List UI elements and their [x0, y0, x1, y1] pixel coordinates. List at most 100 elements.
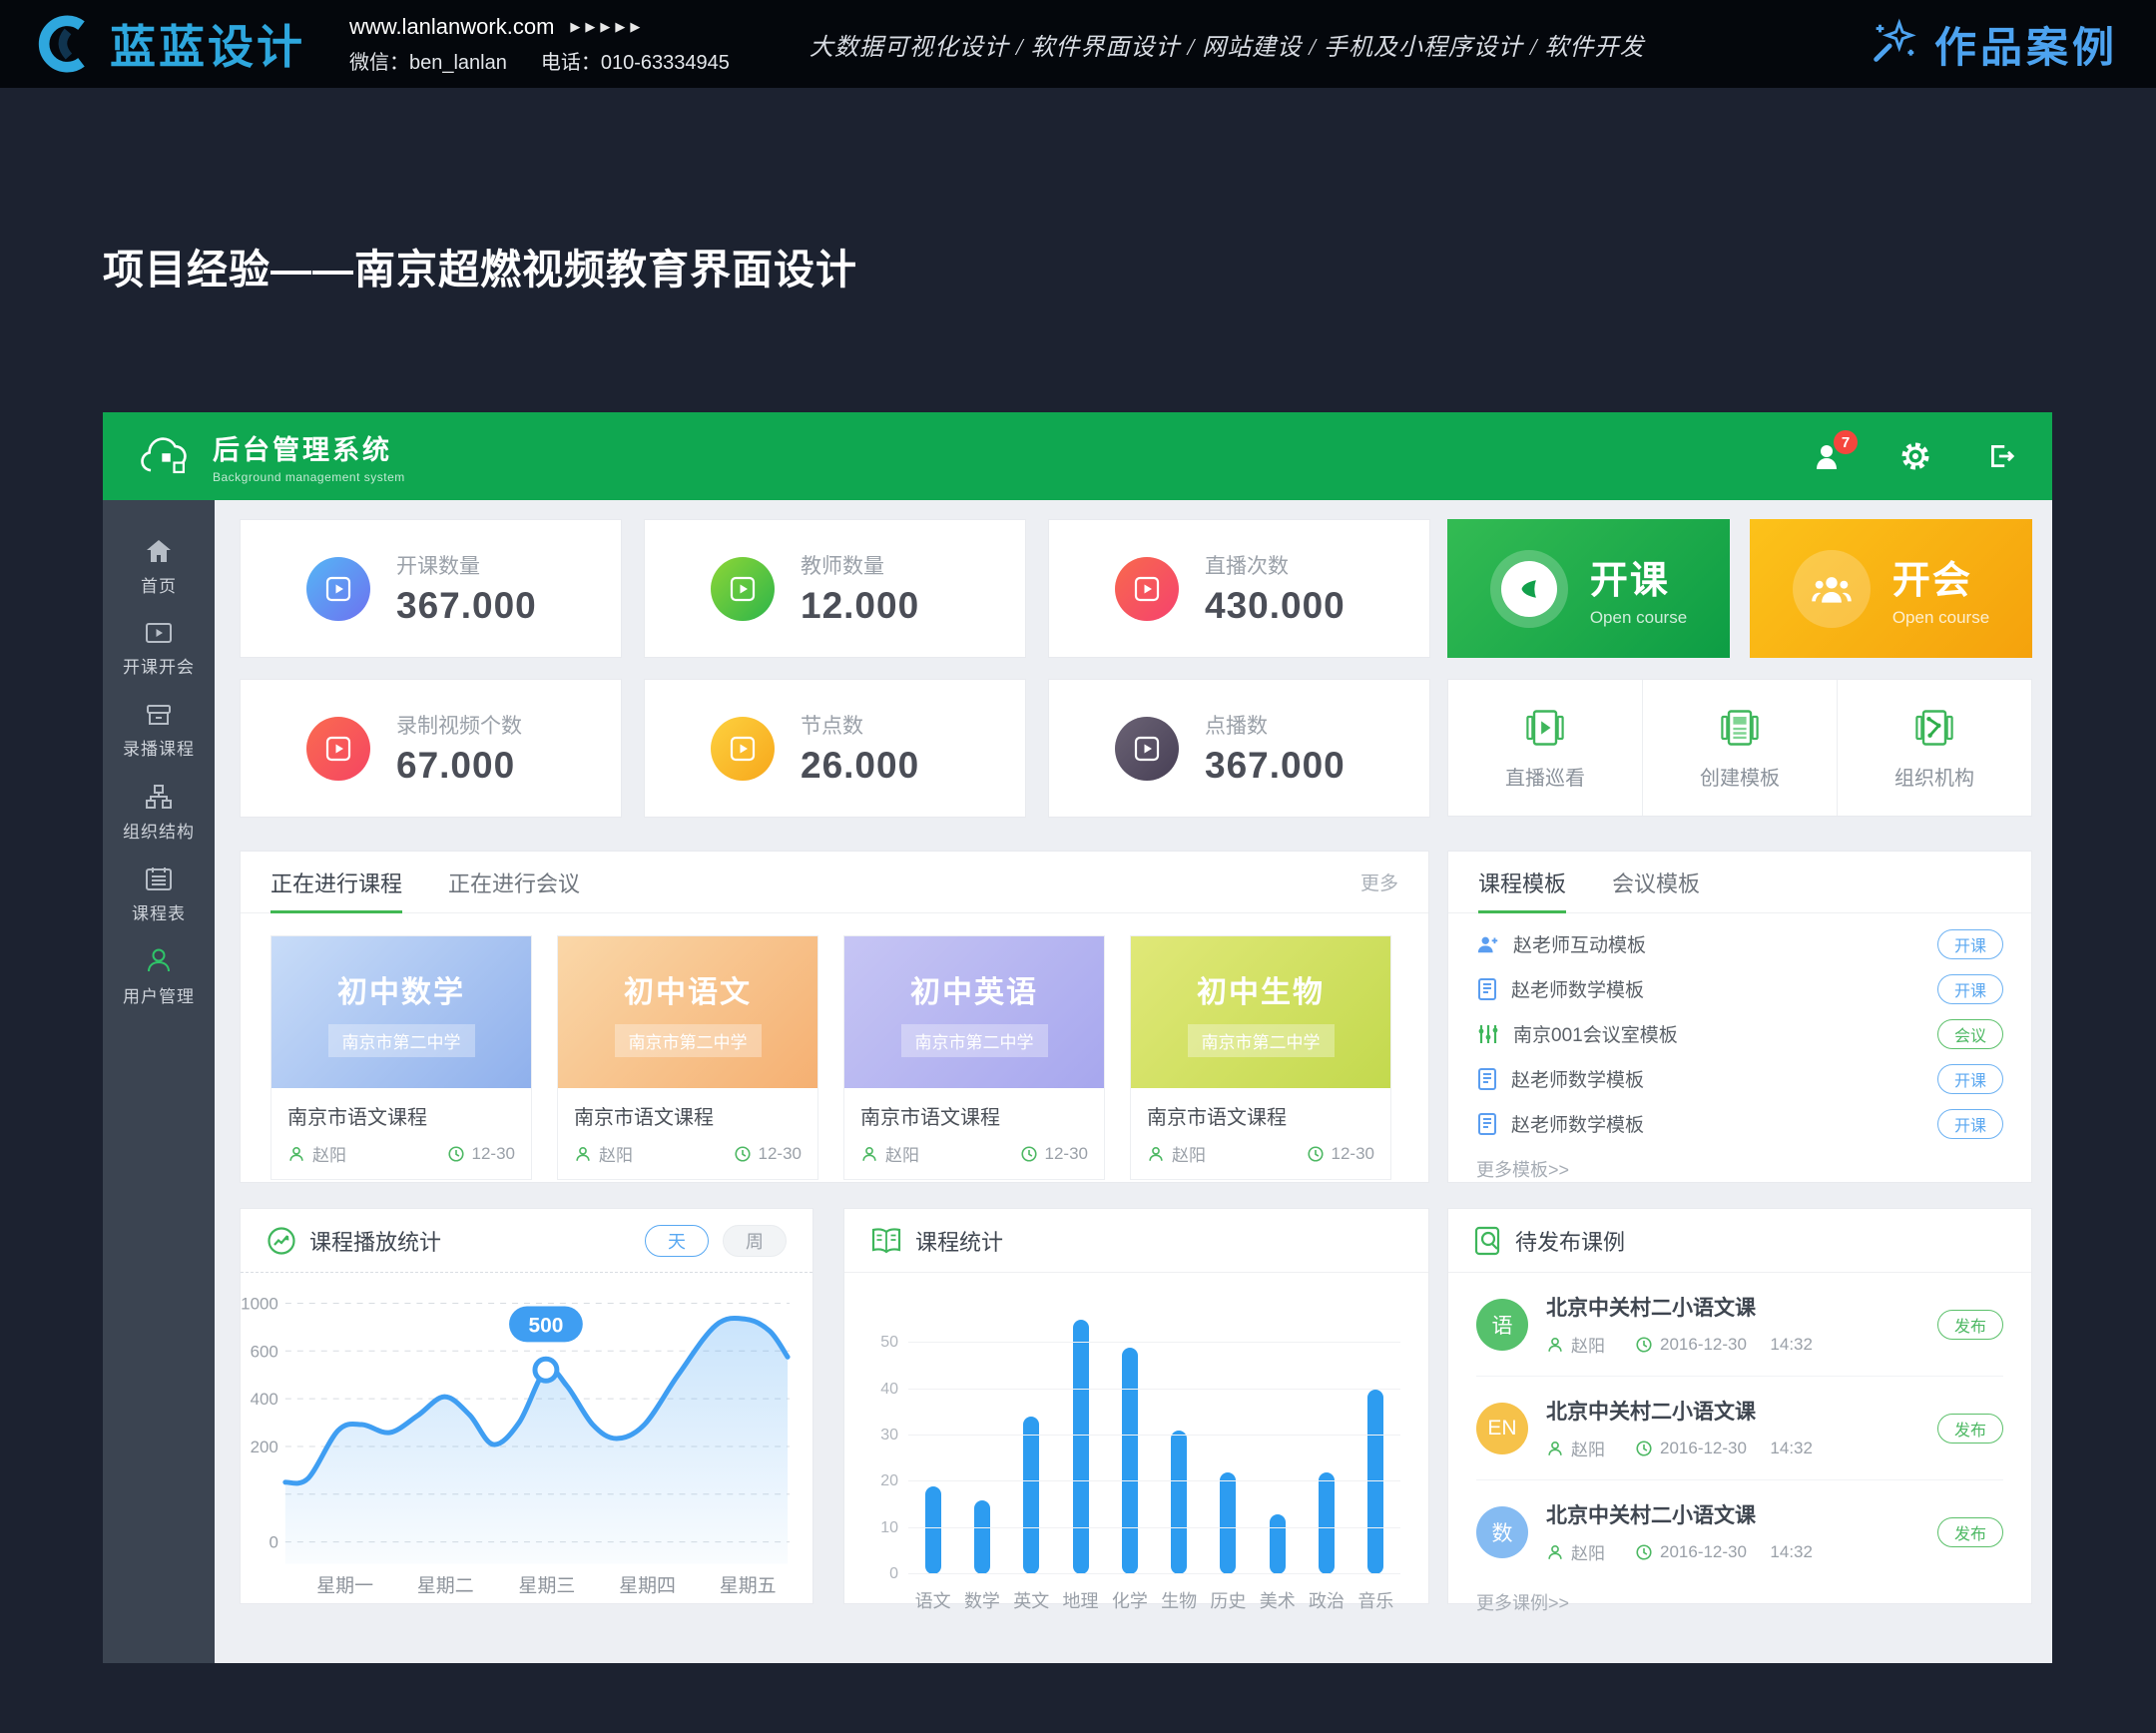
- teacher-meta: 赵阳: [574, 1141, 633, 1166]
- template-row: 赵老师互动模板 开课: [1476, 921, 2003, 966]
- teacher-meta: 赵阳: [287, 1141, 346, 1166]
- settings-gear-icon[interactable]: [1898, 439, 1932, 473]
- bar-x-label: 美术: [1260, 1587, 1296, 1613]
- stat-icon-play: [306, 557, 370, 621]
- user-account-icon[interactable]: 7: [1813, 439, 1847, 473]
- document-icon: [1476, 1112, 1498, 1136]
- app-title: 后台管理系统: [213, 428, 405, 467]
- publish-button[interactable]: 发布: [1937, 1517, 2003, 1547]
- course-card[interactable]: 初中英语 南京市第二中学 南京市语文课程 赵阳 12-30: [843, 935, 1105, 1180]
- datetime-meta: 2016-12-30 14:32: [1635, 1332, 1813, 1357]
- tab-ongoing-courses[interactable]: 正在进行课程: [270, 852, 402, 912]
- people-icon: [1793, 550, 1871, 628]
- bar-x-label: 数学: [964, 1587, 1000, 1613]
- open-course-button[interactable]: 开课Open course: [1447, 519, 1730, 658]
- tab-course-templates[interactable]: 课程模板: [1478, 852, 1566, 912]
- stat-icon-play: [306, 717, 370, 781]
- person-icon: [1147, 1145, 1165, 1163]
- course-card[interactable]: 初中语文 南京市第二中学 南京市语文课程 赵阳 12-30: [557, 935, 818, 1180]
- magic-wand-icon: [1867, 17, 1920, 71]
- bar-x-label: 化学: [1112, 1587, 1148, 1613]
- clock-icon: [1635, 1440, 1653, 1457]
- svg-text:星期三: 星期三: [519, 1574, 576, 1596]
- sidebar-item-org-structure[interactable]: 组织结构: [103, 772, 215, 854]
- site-wechat: 微信：ben_lanlan: [349, 46, 507, 75]
- sidebar-item-recorded-courses[interactable]: 录播课程: [103, 690, 215, 772]
- bar-x-label: 政治: [1309, 1587, 1345, 1613]
- teacher-meta: 赵阳: [1546, 1539, 1605, 1564]
- sidebar-item-user-management[interactable]: 用户管理: [103, 935, 215, 1017]
- pending-lessons-panel: 待发布课例 语 北京中关村二小语文课 赵阳 2016-12-30 14:32 发…: [1447, 1208, 2032, 1604]
- course-card[interactable]: 初中数学 南京市第二中学 南京市语文课程 赵阳 12-30: [270, 935, 532, 1180]
- site-logo[interactable]: 蓝蓝设计: [38, 11, 305, 77]
- live-patrol-icon: [1523, 706, 1567, 750]
- quick-link-organization[interactable]: 组织机构: [1838, 680, 2031, 816]
- bar-chart: 01020304050 语文数学英文地理化学生物历史美术政治音乐: [908, 1297, 1400, 1613]
- teacher-meta: 赵阳: [1147, 1141, 1206, 1166]
- open-course-pill-button[interactable]: 开课: [1937, 1064, 2003, 1094]
- bar-x-label: 英文: [1013, 1587, 1049, 1613]
- play-icon: [1490, 550, 1568, 628]
- tab-meeting-templates[interactable]: 会议模板: [1612, 852, 1700, 912]
- sitemap-icon: [145, 784, 173, 810]
- course-card[interactable]: 初中生物 南京市第二中学 南京市语文课程 赵阳 12-30: [1130, 935, 1391, 1180]
- template-row: 赵老师数学模板 开课: [1476, 966, 2003, 1011]
- publish-button[interactable]: 发布: [1937, 1414, 2003, 1444]
- video-icon: [145, 621, 173, 645]
- stat-card-recorded-videos: 录制视频个数67.000: [240, 679, 622, 818]
- user-icon: [145, 946, 173, 974]
- course-stats-panel: 课程统计 01020304050 语文数学英文地理化学生物历史美术政治音乐: [843, 1208, 1429, 1604]
- logout-icon[interactable]: [1984, 439, 2018, 473]
- stat-icon-play: [711, 557, 775, 621]
- sidebar-item-home[interactable]: 首页: [103, 526, 215, 608]
- bar: [925, 1486, 941, 1574]
- toggle-day[interactable]: 天: [645, 1225, 709, 1257]
- bar-x-label: 语文: [915, 1587, 951, 1613]
- stat-card-nodes: 节点数26.000: [644, 679, 1026, 818]
- site-url: www.lanlanwork.com: [349, 14, 554, 40]
- site-phone: 电话：010-63334945: [541, 46, 730, 75]
- svg-text:星期五: 星期五: [720, 1574, 777, 1596]
- time-meta: 12-30: [447, 1144, 515, 1164]
- quick-links-panel: 直播巡看 创建模板: [1447, 679, 2032, 817]
- calendar-icon: [145, 866, 173, 891]
- open-course-pill-button[interactable]: 开课: [1937, 974, 2003, 1004]
- person-icon: [1546, 1440, 1564, 1457]
- time-meta: 12-30: [1307, 1144, 1374, 1164]
- svg-text:星期一: 星期一: [316, 1574, 373, 1596]
- site-logo-text: 蓝蓝设计: [110, 11, 305, 77]
- bar: [974, 1500, 990, 1574]
- more-templates-link[interactable]: 更多模板>>: [1448, 1146, 2031, 1192]
- quick-link-live-patrol[interactable]: 直播巡看: [1448, 680, 1643, 816]
- course-play-stats-panel: 课程播放统计 天 周 10006004002000星期一星期二星期三星期四星期五: [240, 1208, 813, 1604]
- sidebar-item-meetings[interactable]: 开课开会: [103, 608, 215, 690]
- cloud-logo-icon: [137, 433, 197, 479]
- meeting-pill-button[interactable]: 会议: [1937, 1019, 2003, 1049]
- subject-avatar: EN: [1476, 1403, 1528, 1454]
- portfolio-link[interactable]: 作品案例: [1867, 14, 2118, 75]
- more-link[interactable]: 更多: [1360, 868, 1398, 895]
- home-icon: [145, 538, 173, 564]
- open-course-pill-button[interactable]: 开课: [1937, 929, 2003, 959]
- stat-icon-play: [711, 717, 775, 781]
- toggle-week[interactable]: 周: [723, 1225, 787, 1257]
- tab-ongoing-meetings[interactable]: 正在进行会议: [448, 852, 580, 912]
- open-course-pill-button[interactable]: 开课: [1937, 1109, 2003, 1139]
- pending-lesson-row: EN 北京中关村二小语文课 赵阳 2016-12-30 14:32 发布: [1476, 1377, 2003, 1480]
- school-badge: 南京市第二中学: [615, 1024, 762, 1057]
- lanlan-logo-icon: [38, 15, 96, 73]
- bar: [1171, 1431, 1187, 1574]
- template-row: 赵老师数学模板 开课: [1476, 1101, 2003, 1146]
- sidebar-item-timetable[interactable]: 课程表: [103, 854, 215, 935]
- open-meeting-button[interactable]: 开会Open course: [1750, 519, 2032, 658]
- app-header: 后台管理系统 Background management system 7: [103, 412, 2052, 500]
- quick-link-create-template[interactable]: 创建模板: [1643, 680, 1838, 816]
- clock-icon: [447, 1145, 465, 1163]
- stat-card-vod: 点播数367.000: [1048, 679, 1430, 818]
- publish-button[interactable]: 发布: [1937, 1310, 2003, 1340]
- organization-icon: [1912, 706, 1956, 750]
- stat-card-live-sessions: 直播次数430.000: [1048, 519, 1430, 658]
- bar-x-label: 生物: [1161, 1587, 1197, 1613]
- school-badge: 南京市第二中学: [901, 1024, 1048, 1057]
- more-lessons-link[interactable]: 更多课例>>: [1448, 1583, 2031, 1621]
